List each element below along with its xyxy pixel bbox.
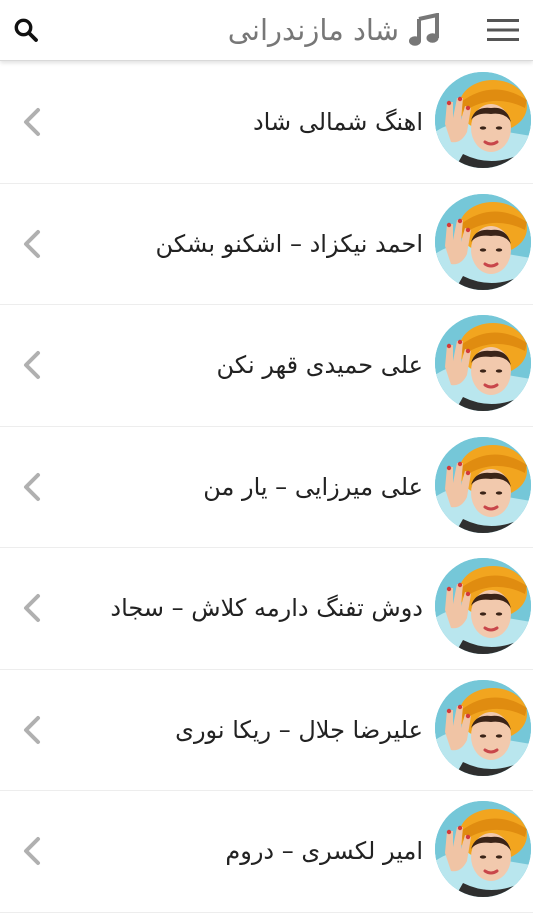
list-item[interactable]: امیر لکسری – دروم (0, 791, 533, 913)
chevron-left-icon[interactable] (18, 591, 46, 625)
list-item[interactable]: علی میرزایی – یار من (0, 426, 533, 548)
avatar (435, 315, 531, 411)
menu-button[interactable] (485, 12, 521, 48)
title-group: شاد مازندرانی (228, 8, 441, 52)
avatar (435, 193, 531, 290)
list-item-label: دوش تفنگ دارمه کلاش – سجاد (110, 594, 423, 622)
list-item-label: امیر لکسری – دروم (225, 837, 423, 865)
app-bar: شاد مازندرانی (0, 0, 533, 61)
avatar (435, 72, 531, 168)
list-item[interactable]: علی حمیدی قهر نکن (0, 305, 533, 427)
list-item-label: علی میرزایی – یار من (203, 472, 423, 501)
list-item-label: علیرضا جلال – ریکا نوری (175, 715, 423, 744)
hamburger-menu-icon (487, 19, 519, 41)
avatar (435, 679, 531, 776)
chevron-left-icon[interactable] (18, 227, 46, 261)
song-list: اهنگ شمالی شاد احمد نیکزاد – اشکنو بشکن … (0, 62, 533, 913)
list-item-label: علی حمیدی قهر نکن (216, 351, 423, 379)
app-title: شاد مازندرانی (227, 13, 399, 47)
music-note-icon (407, 13, 441, 47)
avatar (435, 558, 531, 654)
list-item-label: اهنگ شمالی شاد (252, 108, 423, 136)
chevron-left-icon[interactable] (18, 105, 46, 139)
chevron-left-icon[interactable] (18, 713, 46, 747)
chevron-left-icon[interactable] (18, 834, 46, 868)
chevron-left-icon[interactable] (18, 470, 46, 504)
avatar (435, 801, 531, 897)
list-item-label: احمد نیکزاد – اشکنو بشکن (155, 229, 423, 258)
search-icon (14, 18, 38, 42)
list-item[interactable]: احمد نیکزاد – اشکنو بشکن (0, 183, 533, 305)
list-item[interactable]: اهنگ شمالی شاد (0, 62, 533, 184)
list-item[interactable]: دوش تفنگ دارمه کلاش – سجاد (0, 548, 533, 670)
chevron-left-icon[interactable] (18, 348, 46, 382)
search-button[interactable] (8, 12, 44, 48)
list-item[interactable]: علیرضا جلال – ریکا نوری (0, 669, 533, 791)
avatar (435, 436, 531, 533)
